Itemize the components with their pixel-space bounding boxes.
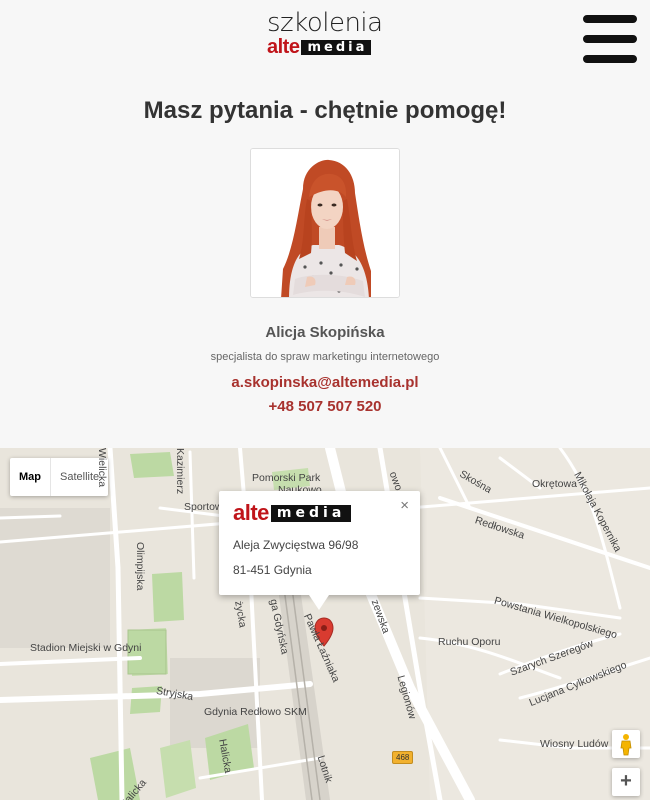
logo-media-text: media <box>301 39 372 55</box>
zoom-in-button[interactable]: + <box>612 768 640 796</box>
contact-heading: Masz pytania - chętnie pomogę! <box>143 97 507 124</box>
contact-email-link[interactable]: a.skopinska@altemedia.pl <box>0 374 650 391</box>
map-label: Ruchu Oporu <box>438 636 501 648</box>
header: szkolenia alte media <box>0 0 650 70</box>
road-number-badge: 468 <box>392 751 414 764</box>
popup-logo-media: media <box>270 504 352 522</box>
popup-address-line2: 81-451 Gdynia <box>233 563 312 577</box>
logo-top-text: szkolenia <box>267 8 383 38</box>
close-icon[interactable]: × <box>400 498 409 513</box>
contact-photo <box>250 148 400 298</box>
popup-address-line1: Aleja Zwycięstwa 96/98 <box>233 538 359 552</box>
map-type-control: Map Satellite <box>10 458 109 496</box>
contact-phone-link[interactable]: +48 507 507 520 <box>0 398 650 415</box>
site-logo[interactable]: szkolenia alte media <box>267 8 385 58</box>
street-view-pegman-icon[interactable] <box>612 730 640 758</box>
logo-bottom: alte media <box>267 36 385 58</box>
hamburger-icon[interactable] <box>583 15 637 64</box>
map-label: Gdynia Redłowo SKM <box>204 706 307 718</box>
popup-logo-alte: alte <box>233 500 269 525</box>
map-label: Sportow <box>184 501 223 513</box>
map-label: Stadion Miejski w Gdyni <box>30 642 142 654</box>
contact-name: Alicja Skopińska <box>265 324 385 341</box>
popup-logo: alte media <box>233 500 406 525</box>
logo-alte-text: alte <box>267 36 300 58</box>
map-label: Wielicka <box>96 448 108 488</box>
google-map[interactable]: Map Satellite Wielicka Kazimierz Pomorsk… <box>0 448 650 800</box>
map-info-window: × alte media Aleja Zwycięstwa 96/98 81-4… <box>219 491 420 610</box>
map-label: Wiosny Ludów <box>540 738 609 750</box>
map-label: Pomorski Park <box>252 472 321 484</box>
map-label: Kazimierz <box>174 448 186 495</box>
map-type-map-button[interactable]: Map <box>10 458 51 496</box>
map-label: Olimpijska <box>134 542 146 591</box>
contact-role: specjalista do spraw marketingu internet… <box>210 351 440 363</box>
map-label: Okrętowa <box>532 478 577 490</box>
